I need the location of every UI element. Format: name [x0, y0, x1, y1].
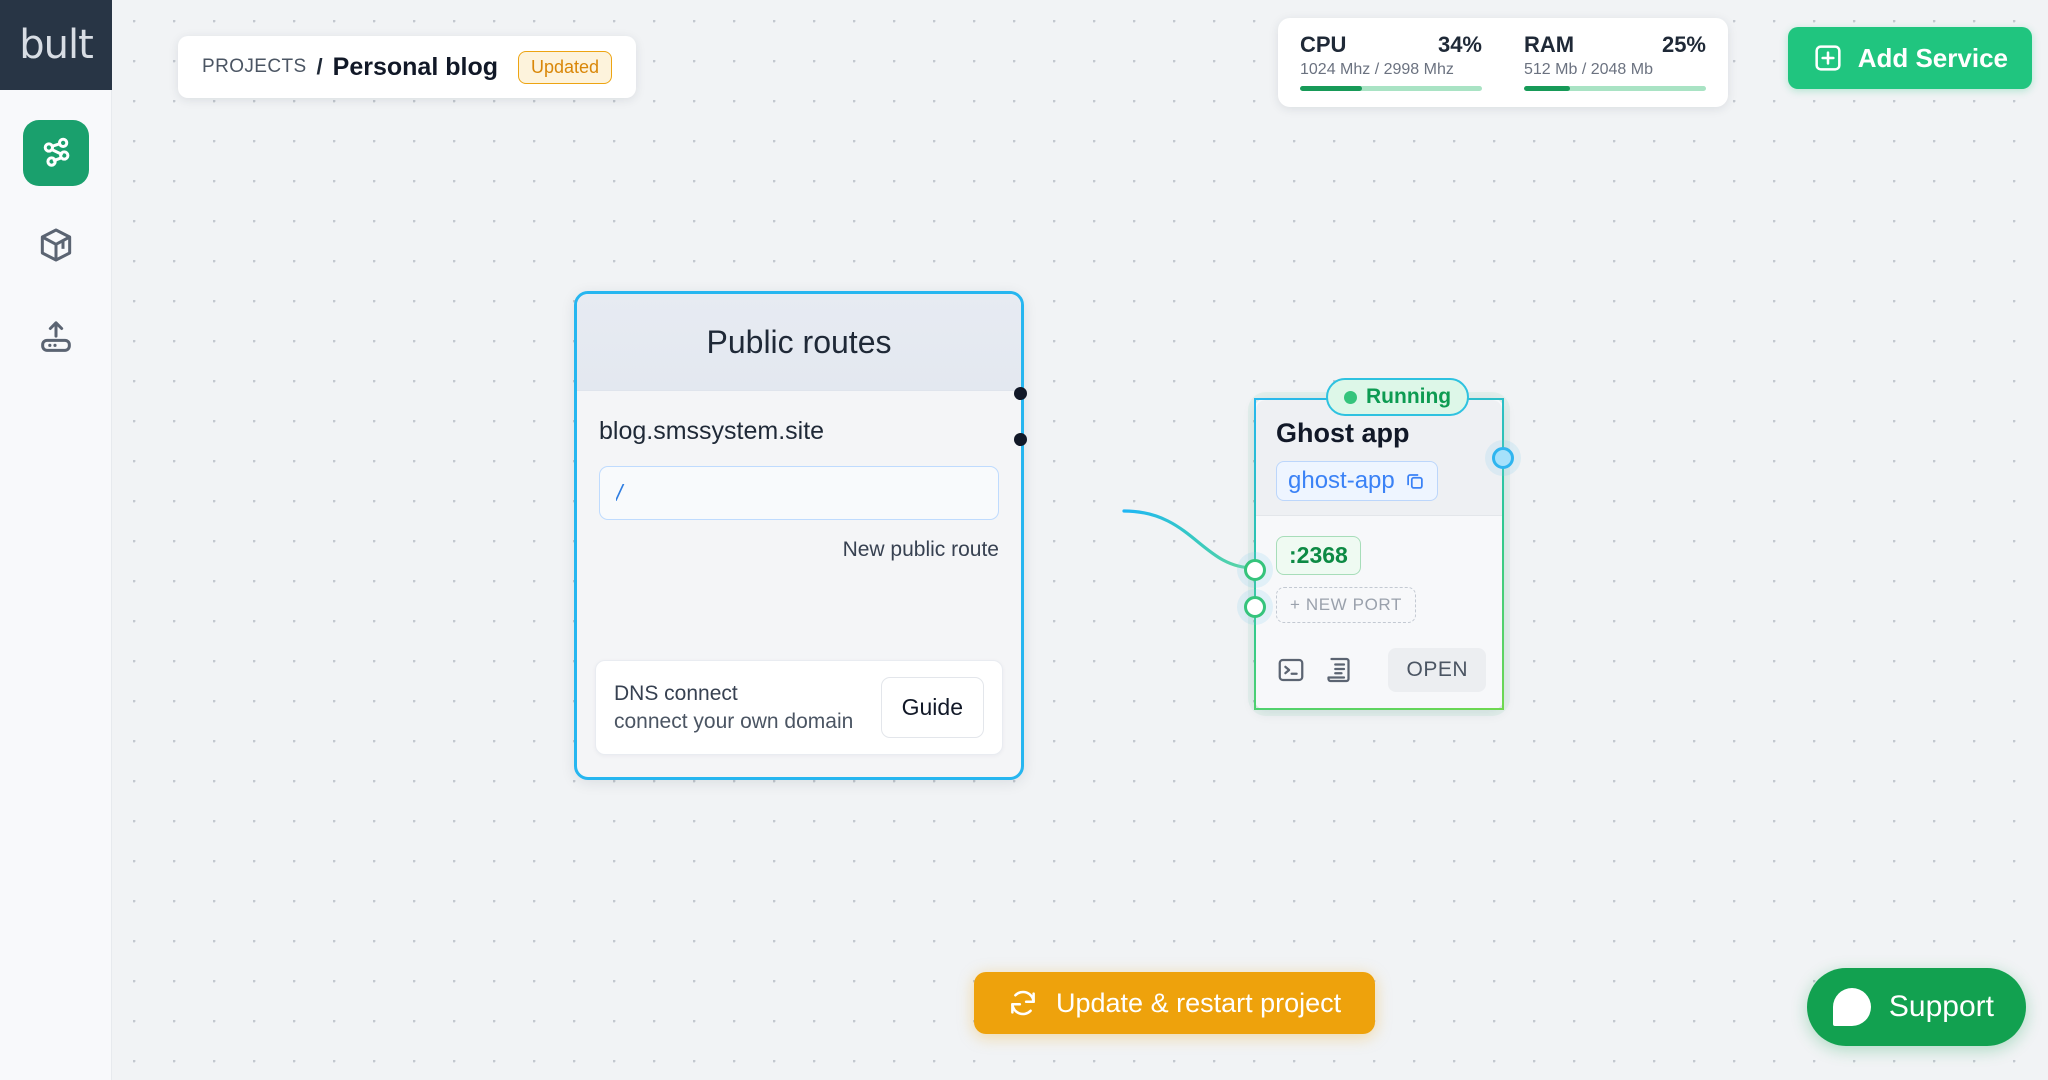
plus-square-icon	[1815, 45, 1841, 71]
ghost-app-title: Ghost app	[1276, 418, 1410, 448]
route-output-handle[interactable]	[1014, 387, 1027, 400]
public-routes-title: Public routes	[706, 323, 892, 360]
domain-label: blog.smssystem.site	[599, 417, 825, 445]
refresh-icon	[1011, 990, 1035, 1016]
stat-cpu-detail: 1024 Mhz / 2998 Mhz	[1300, 61, 1454, 78]
route-path-input[interactable]	[599, 466, 999, 520]
dns-text-group: DNS connect connect your own domain	[614, 682, 853, 734]
resource-stats: CPU 34% 1024 Mhz / 2998 Mhz RAM 25% 512 …	[1278, 18, 1728, 107]
sidebar-item-containers[interactable]	[23, 212, 89, 278]
ghost-app-node[interactable]: Ghost app ghost-app :2368 + NEW PORT OPE…	[1244, 378, 1514, 710]
breadcrumb: PROJECTS / Personal blog Updated	[178, 36, 637, 98]
stat-cpu: CPU 34% 1024 Mhz / 2998 Mhz	[1300, 32, 1482, 91]
ghost-app-body: :2368 + NEW PORT	[1256, 516, 1502, 623]
stat-ram-label: RAM	[1524, 32, 1575, 57]
ghost-app-actions: OPEN	[1276, 648, 1486, 692]
stat-ram-top: RAM 25%	[1524, 32, 1706, 58]
terminal-icon[interactable]	[1276, 655, 1306, 685]
add-service-label: Add Service	[1857, 42, 2008, 73]
deploy-upload-icon	[40, 321, 71, 352]
sidebar-nav	[0, 90, 111, 370]
network-icon	[43, 137, 69, 167]
status-badge-updated: Updated	[517, 50, 613, 84]
ghost-app-inner: Ghost app ghost-app :2368 + NEW PORT OPE…	[1256, 400, 1502, 708]
ghost-app-slug-chip[interactable]: ghost-app	[1276, 461, 1438, 501]
container-icon	[40, 228, 71, 262]
stat-cpu-top: CPU 34%	[1300, 32, 1482, 58]
flow-canvas[interactable]: Public routes blog.smssystem.site New pu…	[112, 0, 2048, 1080]
update-restart-project-button[interactable]: Update & restart project	[974, 972, 1376, 1034]
sidebar-item-project-graph[interactable]	[22, 120, 89, 186]
stat-ram-detail: 512 Mb / 2048 Mb	[1524, 61, 1653, 78]
new-public-route-button[interactable]: New public route	[599, 538, 999, 562]
stat-ram: RAM 25% 512 Mb / 2048 Mb	[1524, 32, 1706, 91]
port-chip[interactable]: :2368	[1276, 536, 1361, 575]
ghost-app-header: Ghost app ghost-app	[1256, 400, 1502, 516]
new-port-button[interactable]: + NEW PORT	[1276, 587, 1416, 623]
dns-subtitle: connect your own domain	[614, 709, 854, 733]
new-route-output-handle[interactable]	[1014, 433, 1027, 446]
app-root: Public routes blog.smssystem.site New pu…	[0, 0, 2048, 1080]
stat-cpu-percent: 34%	[1437, 32, 1482, 57]
chat-bubble-icon	[1832, 988, 1871, 1026]
logs-icon[interactable]	[1324, 655, 1354, 685]
public-routes-node[interactable]: Public routes blog.smssystem.site New pu…	[574, 291, 1027, 780]
new-port-input-handle[interactable]	[1244, 596, 1266, 618]
copy-icon[interactable]	[1404, 470, 1426, 492]
add-service-button[interactable]: Add Service	[1787, 27, 2032, 89]
ghost-output-handle[interactable]	[1492, 447, 1514, 469]
status-label: Running	[1366, 385, 1452, 408]
breadcrumb-separator: /	[316, 54, 323, 79]
update-restart-label: Update & restart project	[1056, 987, 1342, 1018]
public-routes-header: Public routes	[577, 294, 1021, 391]
status-dot-icon	[1344, 390, 1357, 404]
dns-title: DNS connect	[614, 681, 738, 705]
status-badge: Running	[1326, 378, 1470, 416]
port-input-handle[interactable]	[1244, 559, 1266, 581]
dns-guide-button[interactable]: Guide	[880, 677, 984, 738]
sidebar: bult	[0, 0, 112, 1080]
dns-connect-card: DNS connect connect your own domain Guid…	[595, 660, 1003, 755]
sidebar-item-deploy[interactable]	[23, 304, 89, 370]
stat-cpu-bar	[1300, 86, 1482, 91]
app-logo-text: bult	[19, 22, 94, 68]
support-button[interactable]: Support	[1806, 968, 2026, 1046]
ghost-app-slug: ghost-app	[1288, 467, 1395, 494]
open-button[interactable]: OPEN	[1388, 648, 1486, 692]
stat-cpu-label: CPU	[1300, 32, 1347, 57]
breadcrumb-projects[interactable]: PROJECTS	[202, 56, 307, 78]
stat-ram-bar	[1524, 86, 1706, 91]
public-routes-body: blog.smssystem.site New public route	[577, 391, 1021, 562]
stat-ram-percent: 25%	[1661, 32, 1706, 57]
page-title: Personal blog	[332, 52, 498, 81]
support-label: Support	[1888, 990, 1994, 1023]
connection-edges	[1122, 509, 1256, 570]
app-logo[interactable]: bult	[0, 0, 112, 90]
